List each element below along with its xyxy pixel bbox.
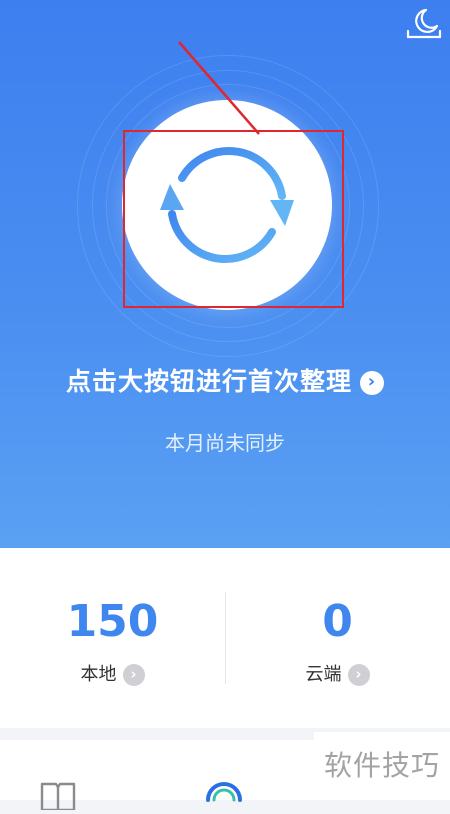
tab-sync[interactable]	[202, 776, 246, 806]
sync-status-text: 本月尚未同步	[165, 431, 285, 455]
stats-panel: 150 本地 › 0 云端 ›	[0, 548, 450, 728]
night-mode-button[interactable]	[404, 4, 444, 44]
chevron-right-icon: ›	[347, 664, 370, 686]
watermark: 软件技巧	[314, 732, 450, 800]
local-label: 本地	[80, 664, 117, 685]
sync-main-button[interactable]	[122, 100, 332, 310]
sync-refresh-icon	[160, 147, 294, 263]
headline-text: 点击大按钮进行首次整理	[65, 367, 352, 396]
chevron-right-icon: ›	[122, 664, 145, 686]
cloud-label-row: 云端 ›	[225, 660, 450, 686]
local-count-item[interactable]: 150 本地 ›	[0, 548, 225, 728]
sync-icon	[206, 782, 242, 802]
first-organize-link[interactable]: 点击大按钮进行首次整理 ›	[0, 362, 450, 398]
local-count: 150	[66, 596, 159, 647]
local-label-row: 本地 ›	[0, 660, 225, 686]
chevron-right-icon: ›	[360, 371, 384, 395]
book-icon	[40, 782, 76, 812]
cloud-label: 云端	[305, 664, 342, 685]
tab-contacts[interactable]	[38, 780, 78, 812]
cloud-count-item[interactable]: 0 云端 ›	[225, 548, 450, 728]
cloud-count: 0	[322, 596, 353, 647]
sync-hero: 点击大按钮进行首次整理 › 本月尚未同步	[0, 0, 450, 548]
moon-icon	[406, 8, 442, 39]
